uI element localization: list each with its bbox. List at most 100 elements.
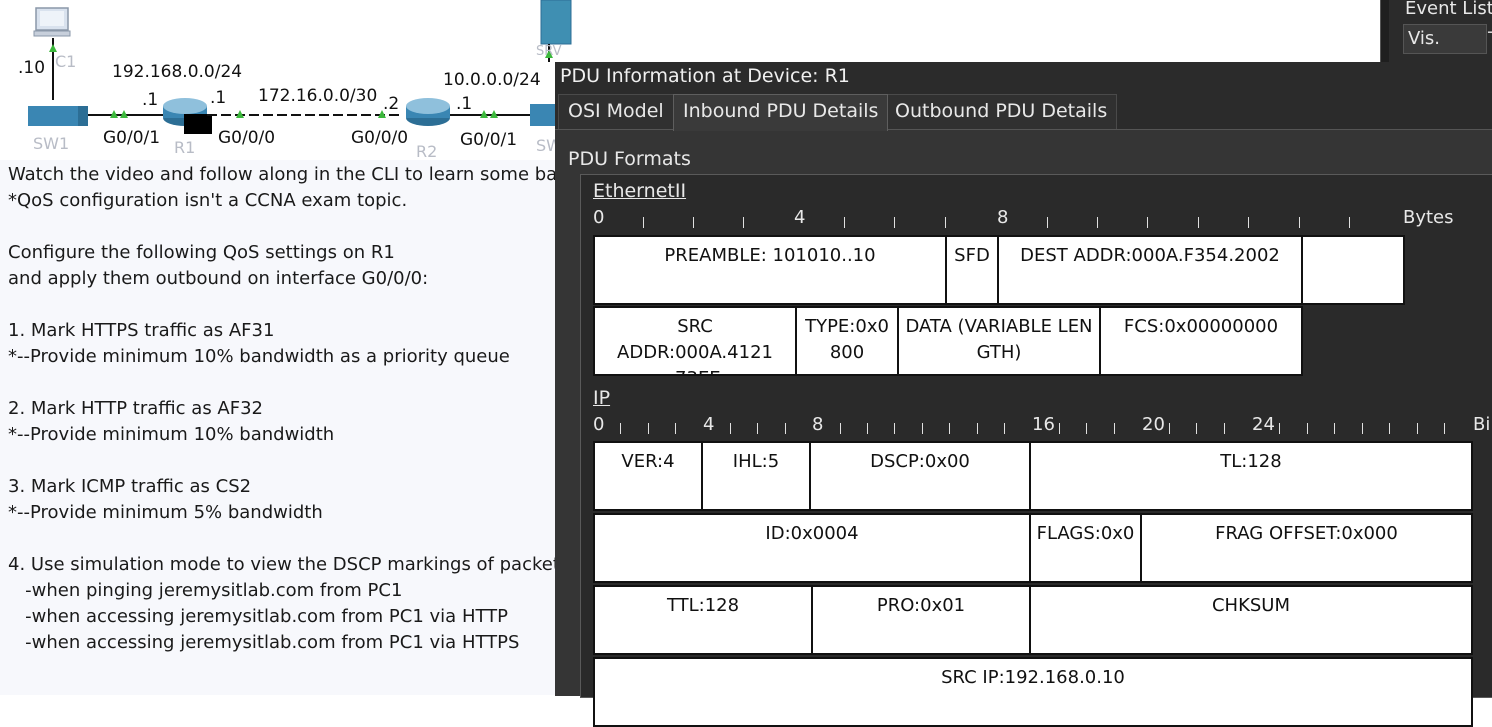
instruction-line: Watch the video and follow along in the …	[8, 164, 567, 185]
ruler-tick	[840, 423, 841, 434]
pc1-name-label: C1	[55, 52, 77, 71]
instruction-line: 1. Mark HTTPS traffic as AF31	[8, 320, 275, 341]
ip-field-dscp: DSCP:0x00	[809, 441, 1031, 511]
ruler-tick	[867, 423, 868, 434]
event-list-header: Vis. T	[1403, 24, 1492, 54]
server-icon[interactable]	[540, 0, 572, 45]
r2-g000-interface-label: G0/0/0	[351, 128, 409, 148]
pc1-icon[interactable]	[33, 7, 71, 37]
sw1-label: SW1	[33, 134, 70, 153]
switch-sw2-icon[interactable]	[530, 104, 555, 126]
ip-field-total-length: TL:128	[1029, 441, 1473, 511]
ip-field-ver: VER:4	[593, 441, 703, 511]
inbound-pdu-details-pane: PDU Formats EthernetII 0 4 8 Bytes PREAM…	[555, 129, 1492, 727]
lan2-subnet-label: 10.0.0.0/24	[443, 70, 541, 90]
eth-field-preamble: PREAMBLE: 101010..10	[593, 235, 947, 305]
r2-label: R2	[416, 142, 438, 161]
ruler-tick	[1349, 217, 1350, 228]
r2-g001-interface-label: G0/0/1	[460, 130, 518, 150]
link-status-up-icon	[49, 44, 57, 52]
pdu-information-window: PDU Information at Device: R1 OSI Model …	[555, 62, 1492, 727]
pc1-host-label: .10	[18, 58, 46, 78]
ip-ruler-label: 16	[1032, 414, 1055, 435]
r1-g001-ip-label: .1	[142, 90, 159, 110]
ip-field-id: ID:0x0004	[593, 513, 1031, 583]
selected-packet-icon[interactable]	[184, 114, 212, 134]
ruler-tick	[1059, 423, 1060, 434]
tab-osi-model[interactable]: OSI Model	[558, 94, 674, 130]
ethernet-ruler-label: 4	[794, 207, 806, 228]
instruction-line: 2. Mark HTTP traffic as AF32	[8, 398, 263, 419]
ethernet-section-title: EthernetII	[593, 180, 687, 202]
pdu-formats-box[interactable]: EthernetII 0 4 8 Bytes PREAMBLE: 101010.…	[580, 174, 1492, 727]
r2-g001-ip-label: .1	[456, 94, 473, 114]
r2-g000-ip-label: .2	[383, 94, 400, 114]
switch-icon[interactable]	[28, 106, 88, 126]
ip-field-src-ip: SRC IP:192.168.0.10	[593, 657, 1473, 727]
ip-ruler-label: 8	[812, 414, 824, 435]
instruction-line: *--Provide minimum 10% bandwidth as a pr…	[8, 346, 510, 367]
eth-field-dest-addr-cont	[1301, 235, 1405, 305]
instructions-panel: Watch the video and follow along in the …	[0, 160, 569, 695]
r1-g000-interface-label: G0/0/0	[218, 128, 276, 148]
ruler-tick	[1224, 423, 1225, 434]
router-r2-icon[interactable]	[406, 98, 450, 126]
instruction-line: *--Provide minimum 5% bandwidth	[8, 502, 323, 523]
ip-field-frag-offset: FRAG OFFSET:0x000	[1140, 513, 1473, 583]
ruler-tick	[675, 423, 676, 434]
ruler-tick	[1169, 423, 1170, 434]
instruction-line: -when pinging jeremysitlab.com from PC1	[8, 580, 403, 601]
ruler-tick	[648, 423, 649, 434]
event-list-panel: Event List Vis. T	[1380, 0, 1492, 62]
instruction-line: -when accessing jeremysitlab.com from PC…	[8, 632, 520, 653]
ruler-tick	[894, 217, 895, 228]
eth-field-src-addr: SRC ADDR:000A.4121 .73EE	[593, 306, 797, 376]
ip-field-ihl: IHL:5	[701, 441, 811, 511]
ruler-tick	[785, 423, 786, 434]
ip-field-checksum: CHKSUM	[1029, 585, 1473, 655]
ruler-tick	[1307, 423, 1308, 434]
event-list-col-vis[interactable]: Vis.	[1408, 28, 1440, 49]
eth-field-sfd: SFD	[945, 235, 999, 305]
ethernet-ruler-label: 0	[593, 207, 605, 228]
instruction-line: 4. Use simulation mode to view the DSCP …	[8, 554, 570, 575]
tab-inbound-pdu-details[interactable]: Inbound PDU Details	[673, 94, 889, 131]
eth-field-dest-addr: DEST ADDR:000A.F354.2002	[997, 235, 1303, 305]
event-list-title: Event List	[1405, 0, 1492, 19]
ruler-tick	[730, 423, 731, 434]
instruction-line: *QoS configuration isn't a CCNA exam top…	[8, 190, 408, 211]
ruler-tick	[757, 423, 758, 434]
ruler-tick	[1417, 423, 1418, 434]
ruler-tick	[1097, 217, 1098, 228]
wan-subnet-label: 172.16.0.0/30	[258, 86, 378, 106]
ruler-tick	[743, 217, 744, 228]
ip-field-ttl: TTL:128	[593, 585, 813, 655]
ethernet-ruler-label: 8	[997, 207, 1009, 228]
ethernet-ruler-unit: Bytes	[1403, 207, 1454, 228]
server-label: SRV	[536, 44, 562, 59]
ip-ruler-label: 4	[703, 414, 715, 435]
ruler-tick	[1248, 217, 1249, 228]
ruler-tick	[1047, 217, 1048, 228]
ip-ruler-label: 20	[1142, 414, 1165, 435]
instruction-line: 3. Mark ICMP traffic as CS2	[8, 476, 252, 497]
r1-g000-ip-label: .1	[210, 88, 227, 108]
ip-section-title: IP	[593, 387, 611, 409]
ruler-tick	[620, 423, 621, 434]
ruler-tick	[1389, 423, 1390, 434]
r1-g001-interface-label: G0/0/1	[103, 128, 161, 148]
event-list-col-type[interactable]: T	[1488, 28, 1492, 47]
ruler-tick	[643, 217, 644, 228]
ruler-tick	[1334, 423, 1335, 434]
tab-outbound-pdu-details[interactable]: Outbound PDU Details	[885, 94, 1118, 130]
ruler-tick	[1196, 423, 1197, 434]
ruler-tick	[1147, 217, 1148, 228]
eth-field-fcs: FCS:0x00000000	[1099, 306, 1303, 376]
ruler-tick	[1279, 423, 1280, 434]
ruler-tick	[1299, 217, 1300, 228]
instruction-line: Configure the following QoS settings on …	[8, 242, 395, 263]
ip-field-protocol: PRO:0x01	[811, 585, 1031, 655]
ruler-tick	[1114, 423, 1115, 434]
ruler-tick	[693, 217, 694, 228]
r1-label: R1	[174, 138, 196, 157]
